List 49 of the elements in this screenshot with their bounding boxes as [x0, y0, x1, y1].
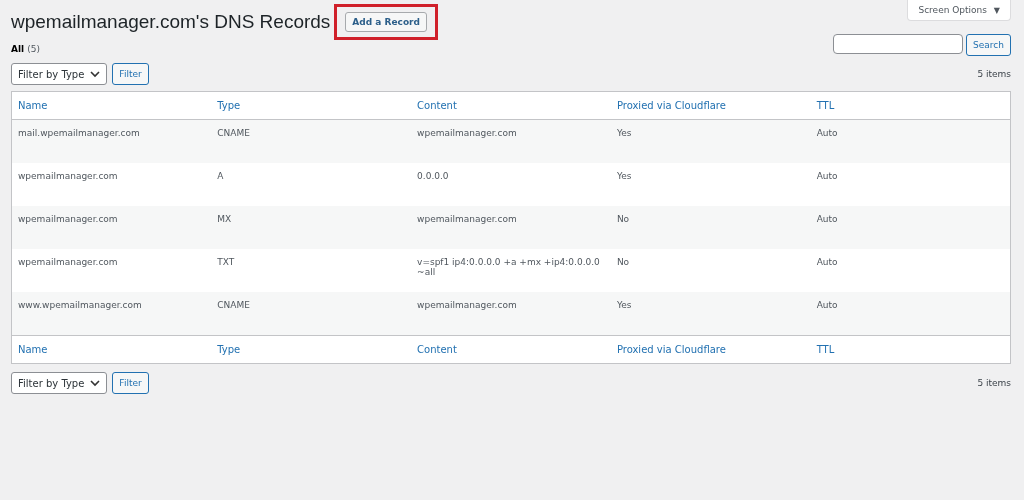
- table-cell: No: [616, 214, 630, 224]
- table-cell: v=spf1 ip4:0.0.0.0 +a +mx +ip4:0.0.0.0 ~all: [417, 257, 600, 277]
- screen-options-tab[interactable]: Screen Options ▼: [907, 0, 1011, 21]
- items-count: 5 items: [977, 69, 1011, 79]
- table-cell: Auto: [816, 214, 838, 224]
- table-cell: CNAME: [217, 128, 250, 138]
- column-header[interactable]: TTL: [816, 100, 835, 111]
- table-cell: wpemailmanager.com: [18, 257, 118, 267]
- filter-button[interactable]: Filter: [112, 372, 149, 394]
- table-cell: Yes: [616, 171, 632, 181]
- filter-select[interactable]: Filter by Type: [11, 372, 108, 394]
- table-cell: Auto: [816, 128, 838, 138]
- table-cell: No: [616, 257, 630, 267]
- table-cell: wpemailmanager.com: [417, 128, 517, 138]
- column-header[interactable]: Name: [18, 344, 48, 355]
- column-header[interactable]: Proxied via Cloudflare: [616, 344, 726, 355]
- table-cell: MX: [217, 214, 232, 224]
- table-cell: wpemailmanager.com: [417, 214, 517, 224]
- view-link[interactable]: All (5): [11, 44, 41, 54]
- table-cell: 0.0.0.0: [417, 171, 449, 181]
- table-cell: TXT: [217, 257, 235, 267]
- table-cell: wpemailmanager.com: [18, 171, 118, 181]
- table-cell: Yes: [616, 300, 632, 310]
- chevron-icon: [90, 379, 101, 387]
- table-cell: CNAME: [217, 300, 250, 310]
- search-field[interactable]: [833, 34, 964, 54]
- table-cell: wpemailmanager.com: [18, 214, 118, 224]
- table-cell: Auto: [816, 257, 838, 267]
- table-cell: Yes: [616, 128, 632, 138]
- column-header[interactable]: TTL: [816, 344, 835, 355]
- items-count: 5 items: [977, 378, 1011, 388]
- search-button[interactable]: Search: [966, 34, 1011, 56]
- column-header[interactable]: Type: [217, 100, 241, 111]
- column-header[interactable]: Name: [18, 100, 48, 111]
- table-cell: mail.wpemailmanager.com: [18, 128, 140, 138]
- add-record-button[interactable]: Add a Record: [345, 12, 427, 32]
- page-title: wpemailmanager.com's DNS Records: [11, 11, 331, 33]
- chevron-icon: [90, 70, 101, 78]
- filter-select[interactable]: Filter by Type: [11, 63, 108, 85]
- filter-button[interactable]: Filter: [112, 63, 149, 85]
- column-header[interactable]: Type: [217, 344, 241, 355]
- column-header[interactable]: Content: [417, 344, 457, 355]
- table-cell: wpemailmanager.com: [417, 300, 517, 310]
- column-header[interactable]: Content: [417, 100, 457, 111]
- column-header[interactable]: Proxied via Cloudflare: [616, 100, 726, 111]
- table-cell: www.wpemailmanager.com: [18, 300, 142, 310]
- table-cell: Auto: [816, 300, 838, 310]
- table-cell: A: [217, 171, 224, 181]
- table-cell: Auto: [816, 171, 838, 181]
